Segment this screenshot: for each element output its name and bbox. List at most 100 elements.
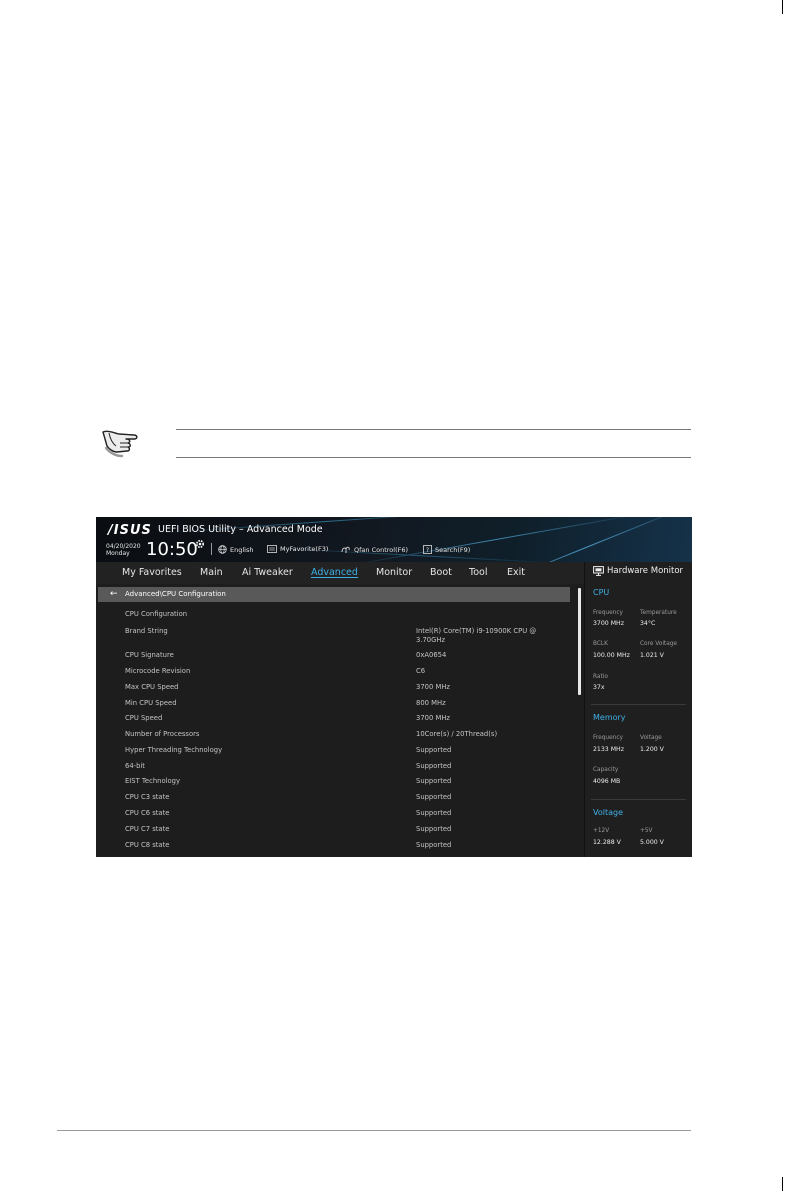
myfavorite-button[interactable]: MyFavorite(F3) xyxy=(267,545,328,553)
gear-icon[interactable] xyxy=(195,539,205,549)
row-value: 10Core(s) / 20Thread(s) xyxy=(416,730,498,738)
row-label: Max CPU Speed xyxy=(125,683,179,691)
hw-ratio: 37x xyxy=(593,684,605,691)
hw-12v: 12.288 V xyxy=(593,839,621,846)
main-menu: My Favorites Main Ai Tweaker Advanced Mo… xyxy=(96,562,584,584)
row-value: Supported xyxy=(416,809,452,817)
hw-5v-label: +5V xyxy=(640,828,653,834)
hw-bclk-label: BCLK xyxy=(593,641,608,647)
row-label: CPU C8 state xyxy=(125,841,170,849)
row-value: Supported xyxy=(416,777,452,785)
footer-rule xyxy=(57,1130,691,1131)
row-value: C6 xyxy=(416,667,426,675)
hardware-monitor-title: Hardware Monitor xyxy=(593,566,683,576)
monitor-icon xyxy=(593,566,604,576)
row-value: Supported xyxy=(416,746,452,754)
date-display: 04/20/2020 Monday xyxy=(106,543,141,557)
hw-divider xyxy=(591,799,686,800)
crop-mark-bottom xyxy=(782,1177,783,1191)
qfan-control-label: Qfan Control(F6) xyxy=(354,545,409,554)
menu-monitor[interactable]: Monitor xyxy=(376,567,412,578)
svg-text:?: ? xyxy=(426,546,429,554)
breadcrumb-text: Advanced\CPU Configuration xyxy=(125,589,226,598)
bios-header: /ISUS UEFI BIOS Utility – Advanced Mode … xyxy=(96,517,692,562)
favorite-icon xyxy=(267,545,277,553)
hw-cpu-heading: CPU xyxy=(593,588,610,597)
time-display[interactable]: 10:50 xyxy=(146,539,198,560)
crop-mark-top xyxy=(782,0,783,14)
row-label: EIST Technology xyxy=(125,777,180,785)
search-label: Search(F9) xyxy=(435,545,471,554)
row-value: Intel(R) Core(TM) i9-10900K CPU @ 3.70GH… xyxy=(416,627,537,644)
breadcrumb: ← Advanced\CPU Configuration xyxy=(98,587,570,602)
row-value: Supported xyxy=(416,825,452,833)
row-label: Brand String xyxy=(125,627,168,635)
hw-memory-frequency: 2133 MHz xyxy=(593,746,624,753)
menu-ai-tweaker[interactable]: Ai Tweaker xyxy=(242,567,293,578)
hand-note-icon xyxy=(102,430,138,458)
hw-12v-label: +12V xyxy=(593,828,610,834)
hw-ratio-label: Ratio xyxy=(593,674,608,680)
menu-boot[interactable]: Boot xyxy=(430,567,452,578)
row-value: 0xA0654 xyxy=(416,651,447,659)
hw-capacity-label: Capacity xyxy=(593,767,619,773)
qfan-control-button[interactable]: Qfan Control(F6) xyxy=(341,545,408,554)
menu-exit[interactable]: Exit xyxy=(507,567,525,578)
note-rule-bottom xyxy=(176,457,691,458)
hw-core-voltage-label: Core Voltage xyxy=(640,641,678,647)
row-label: Microcode Revision xyxy=(125,667,191,675)
menu-advanced[interactable]: Advanced xyxy=(311,567,358,578)
row-label: CPU Signature xyxy=(125,651,174,659)
hw-core-voltage: 1.021 V xyxy=(640,652,664,659)
menu-my-favorites[interactable]: My Favorites xyxy=(122,567,182,578)
row-label: CPU C7 state xyxy=(125,825,170,833)
row-label: CPU Speed xyxy=(125,714,163,722)
row-label: Hyper Threading Technology xyxy=(125,746,223,754)
row-value: Supported xyxy=(416,762,452,770)
row-value: 3700 MHz xyxy=(416,714,451,722)
hardware-monitor-panel: Hardware Monitor CPU Frequency Temperatu… xyxy=(585,562,692,857)
row-label: CPU Configuration xyxy=(125,610,188,618)
fan-icon xyxy=(341,546,350,553)
row-value: Supported xyxy=(416,841,452,849)
hw-cpu-frequency: 3700 MHz xyxy=(593,620,624,627)
language-label: English xyxy=(230,545,254,554)
myfavorite-label: MyFavorite(F3) xyxy=(280,545,329,553)
note-rule-top xyxy=(176,429,691,430)
hw-cpu-frequency-label: Frequency xyxy=(593,610,623,616)
row-label: CPU C3 state xyxy=(125,793,170,801)
hw-memory-heading: Memory xyxy=(593,713,626,722)
bios-title: UEFI BIOS Utility – Advanced Mode xyxy=(158,524,323,535)
scrollbar-thumb[interactable] xyxy=(578,588,581,695)
hw-voltage-heading: Voltage xyxy=(593,808,624,817)
back-arrow-icon[interactable]: ← xyxy=(110,588,118,600)
row-label: CPU C6 state xyxy=(125,809,170,817)
hw-cpu-temperature-label: Temperature xyxy=(640,610,677,616)
hw-bclk: 100.00 MHz xyxy=(593,652,630,659)
date-text: 04/20/2020 xyxy=(106,543,141,550)
row-value: Supported xyxy=(416,793,452,801)
row-value: 3700 MHz xyxy=(416,683,451,691)
hw-memory-voltage: 1.200 V xyxy=(640,746,664,753)
language-button[interactable]: English xyxy=(218,545,253,554)
row-label: Min CPU Speed xyxy=(125,699,177,707)
header-separator xyxy=(211,543,212,555)
header-streak xyxy=(348,517,644,562)
hw-5v: 5.000 V xyxy=(640,839,664,846)
hw-memory-frequency-label: Frequency xyxy=(593,735,623,741)
row-label: 64-bit xyxy=(125,762,145,770)
row-value: 800 MHz xyxy=(416,699,446,707)
day-text: Monday xyxy=(106,550,130,557)
hw-divider xyxy=(591,704,686,705)
globe-icon xyxy=(218,545,227,554)
hw-capacity: 4096 MB xyxy=(593,778,621,785)
hw-cpu-temperature: 34°C xyxy=(640,620,656,627)
search-button[interactable]: ? Search(F9) xyxy=(423,545,470,554)
row-label: Number of Processors xyxy=(125,730,200,738)
hardware-monitor-label: Hardware Monitor xyxy=(607,566,684,576)
menu-main[interactable]: Main xyxy=(200,567,223,578)
bios-screenshot: /ISUS UEFI BIOS Utility – Advanced Mode … xyxy=(96,517,692,857)
menu-tool[interactable]: Tool xyxy=(469,567,487,578)
search-help-icon: ? xyxy=(423,545,432,554)
hw-memory-voltage-label: Voltage xyxy=(640,735,662,741)
